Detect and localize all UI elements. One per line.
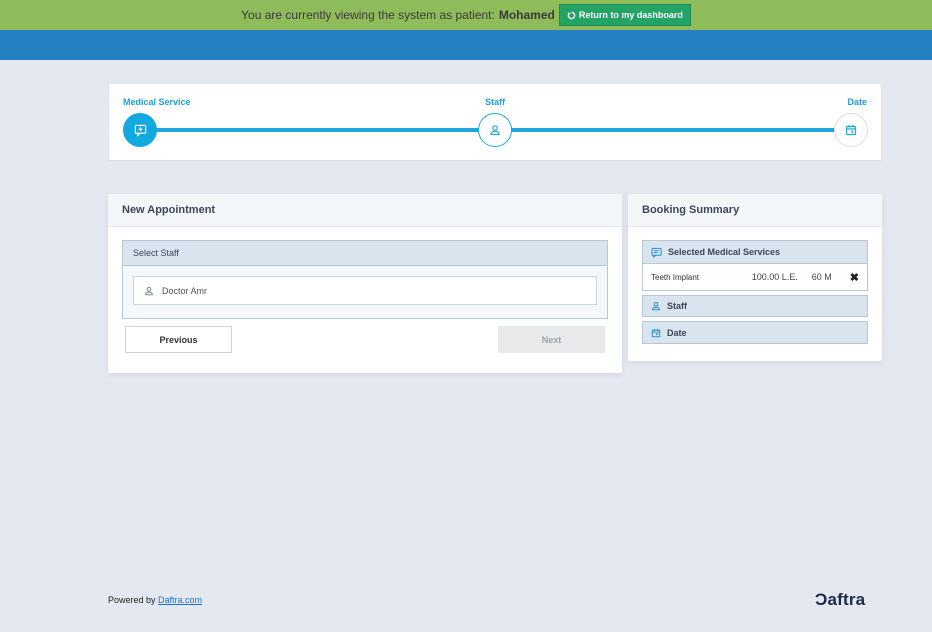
booking-summary-card: Booking Summary Selected Medical Service… <box>628 194 882 361</box>
step-staff[interactable] <box>478 113 512 147</box>
user-icon <box>145 286 153 295</box>
summary-date-label: Date <box>667 327 687 338</box>
selected-services-section: Selected Medical Services Teeth Implant … <box>642 240 868 291</box>
remove-service-icon[interactable]: ✖ <box>850 271 859 284</box>
staff-option-doctor-amr[interactable]: Doctor Amr <box>133 276 597 305</box>
chat-icon <box>651 247 662 258</box>
user-icon <box>490 125 500 136</box>
service-price: 100.00 L.E. <box>751 272 798 282</box>
summary-date-section: Date <box>642 321 868 344</box>
patient-view-message: You are currently viewing the system as … <box>241 8 495 22</box>
powered-by-label: Powered by <box>108 595 156 605</box>
top-header-band <box>0 30 932 60</box>
step-date[interactable] <box>834 113 868 147</box>
chat-plus-icon <box>134 124 146 137</box>
previous-button[interactable]: Previous <box>125 326 232 353</box>
selected-services-label: Selected Medical Services <box>668 247 781 257</box>
selected-services-heading: Selected Medical Services <box>643 241 867 264</box>
summary-staff-label: Staff <box>667 301 687 311</box>
select-staff-panel: Select Staff Doctor Amr <box>122 240 608 319</box>
calendar-icon <box>845 125 857 136</box>
patient-view-banner: You are currently viewing the system as … <box>0 0 932 30</box>
daftra-link[interactable]: Daftra.com <box>158 595 202 605</box>
booking-summary-title: Booking Summary <box>628 194 882 227</box>
step-label-medical-service: Medical Service <box>123 97 191 107</box>
patient-name: Mohamed <box>498 8 555 22</box>
calendar-icon <box>651 328 661 337</box>
return-to-dashboard-label: Return to my dashboard <box>578 10 683 20</box>
powered-by-text: Powered by Daftra.com <box>108 595 202 605</box>
booking-stepper: Medical Service Staff Date <box>108 83 882 161</box>
step-medical-service[interactable] <box>123 113 157 147</box>
step-label-date: Date <box>847 97 867 107</box>
return-to-dashboard-button[interactable]: Return to my dashboard <box>558 4 691 26</box>
refresh-icon <box>567 11 576 19</box>
service-name: Teeth Implant <box>651 272 700 282</box>
new-appointment-title: New Appointment <box>108 194 622 227</box>
select-staff-heading: Select Staff <box>123 241 607 266</box>
daftra-logo: Ɔaftra <box>815 590 866 609</box>
step-label-staff: Staff <box>485 97 505 107</box>
summary-staff-section: Staff <box>642 295 868 317</box>
next-button[interactable]: Next <box>498 326 605 353</box>
stepper-progress-line <box>149 128 489 132</box>
service-duration: 60 M <box>811 272 832 282</box>
user-icon <box>652 301 660 311</box>
service-row: Teeth Implant 100.00 L.E. 60 M ✖ <box>643 264 867 290</box>
new-appointment-card: New Appointment Select Staff Doctor Amr … <box>108 194 622 373</box>
stepper-progress-line <box>509 128 839 132</box>
staff-option-label: Doctor Amr <box>162 285 208 296</box>
